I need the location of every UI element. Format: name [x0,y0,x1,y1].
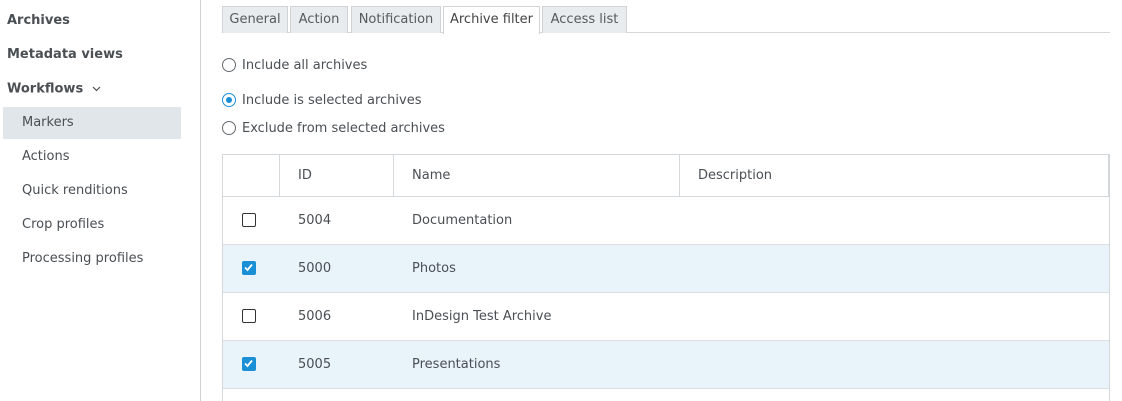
archives-table: ID Name Description 5004 Documentation 5… [222,154,1110,401]
tab-label: Access list [550,12,619,27]
row-checkbox[interactable] [242,261,256,275]
sidebar: Archives Metadata views Workflows Marker… [0,0,201,401]
archive-filter-screen: Archives Metadata views Workflows Marker… [0,0,1122,401]
sidebar-item-workflows[interactable]: Workflows [7,81,101,98]
column-header-name[interactable]: Name [394,155,680,196]
cell-id: 5000 [298,261,332,276]
table-row[interactable]: 5004 Documentation [223,197,1109,245]
sidebar-item-crop-profiles[interactable]: Crop profiles [3,209,181,241]
table-row[interactable]: 5005 Presentations [223,341,1109,389]
radio-label: Include is selected archives [242,92,422,108]
tab-label: General [229,12,281,27]
row-checkbox[interactable] [242,309,256,323]
sidebar-item-label: Actions [22,149,70,164]
tab-notification[interactable]: Notification [351,6,441,33]
tab-archive-filter[interactable]: Archive filter [443,6,540,34]
radio-label: Include all archives [242,57,368,73]
tab-bar: General Action Notification Archive filt… [222,6,1110,34]
tab-action[interactable]: Action [290,6,348,33]
column-header-label: Description [698,168,773,183]
tab-label: Archive filter [449,12,533,27]
column-header-label: ID [298,168,312,183]
sidebar-item-label: Workflows [7,81,84,97]
sidebar-item-label: Processing profiles [22,251,144,266]
sidebar-item-markers[interactable]: Markers [3,107,181,139]
chevron-down-icon [92,81,101,97]
radio-button[interactable] [222,121,236,135]
cell-name: Presentations [412,357,501,372]
table-row[interactable]: 5006 InDesign Test Archive [223,293,1109,341]
tab-access-list[interactable]: Access list [542,6,627,33]
radio-include-selected[interactable]: Include is selected archives [222,91,421,109]
radio-label: Exclude from selected archives [242,120,445,136]
cell-name: Photos [412,261,456,276]
cell-id: 5005 [298,357,332,372]
sidebar-item-metadata-views[interactable]: Metadata views [7,47,123,63]
cell-name: Documentation [412,213,513,228]
sidebar-item-label: Quick renditions [22,183,128,198]
tab-label: Notification [358,12,434,27]
tab-label: Action [298,12,340,27]
radio-include-all[interactable]: Include all archives [222,56,367,74]
radio-button[interactable] [222,93,236,107]
row-checkbox[interactable] [242,357,256,371]
sidebar-item-label: Metadata views [7,47,123,62]
cell-id: 5004 [298,213,332,228]
checkmark-icon [244,263,253,272]
cell-name: InDesign Test Archive [412,309,552,324]
sidebar-item-label: Markers [22,115,74,130]
column-header-select [223,155,280,196]
sidebar-item-archives[interactable]: Archives [7,13,70,29]
radio-exclude-selected[interactable]: Exclude from selected archives [222,119,445,137]
column-header-label: Name [412,168,451,183]
table-row[interactable]: 5000 Photos [223,245,1109,293]
radio-button[interactable] [222,58,236,72]
row-checkbox[interactable] [242,213,256,227]
sidebar-item-label: Crop profiles [22,217,105,232]
cell-id: 5006 [298,309,332,324]
sidebar-item-quick-renditions[interactable]: Quick renditions [3,175,181,207]
column-header-id[interactable]: ID [280,155,394,196]
column-header-description[interactable]: Description [680,155,1109,196]
sidebar-item-label: Archives [7,13,70,28]
sidebar-item-actions[interactable]: Actions [3,141,181,173]
tab-general[interactable]: General [222,6,288,33]
checkmark-icon [244,359,253,368]
sidebar-item-processing-profiles[interactable]: Processing profiles [3,243,181,275]
table-body: 5004 Documentation 5000 Photos 5006 InDe… [223,197,1109,389]
table-header: ID Name Description [223,155,1109,197]
